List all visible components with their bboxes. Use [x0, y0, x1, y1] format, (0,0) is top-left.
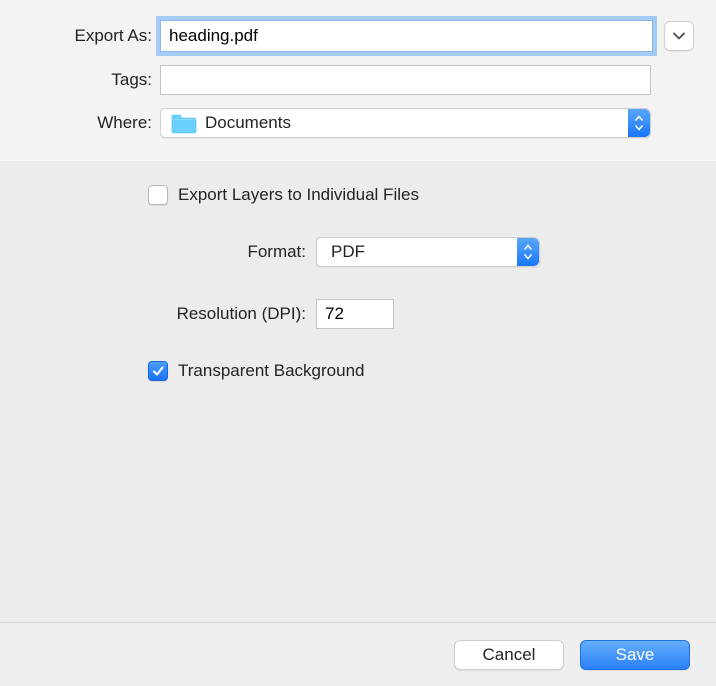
format-row: Format: PDF	[22, 237, 694, 267]
filename-input[interactable]	[160, 20, 653, 52]
resolution-row: Resolution (DPI):	[22, 299, 694, 329]
export-layers-label: Export Layers to Individual Files	[178, 185, 419, 205]
format-value: PDF	[331, 242, 365, 262]
where-label: Where:	[22, 113, 160, 133]
file-info-section: Export As: Tags: Where: Documents	[0, 0, 716, 160]
export-as-row: Export As:	[22, 20, 694, 52]
chevron-down-icon	[673, 32, 685, 40]
check-icon	[151, 364, 165, 378]
transparent-bg-row: Transparent Background	[148, 361, 694, 381]
export-layers-row: Export Layers to Individual Files	[148, 185, 694, 205]
expand-location-button[interactable]	[664, 21, 694, 51]
where-row: Where: Documents	[22, 108, 694, 138]
format-label: Format:	[22, 242, 316, 262]
where-select[interactable]: Documents	[160, 108, 651, 138]
cancel-button[interactable]: Cancel	[454, 640, 564, 670]
tags-input[interactable]	[160, 65, 651, 95]
tags-row: Tags:	[22, 65, 694, 95]
transparent-bg-label: Transparent Background	[178, 361, 364, 381]
stepper-icon	[628, 109, 650, 137]
dialog-footer: Cancel Save	[0, 622, 716, 686]
format-select[interactable]: PDF	[316, 237, 540, 267]
save-button[interactable]: Save	[580, 640, 690, 670]
where-value: Documents	[205, 113, 650, 133]
resolution-input[interactable]	[316, 299, 394, 329]
resolution-label: Resolution (DPI):	[22, 304, 316, 324]
export-as-label: Export As:	[22, 26, 160, 46]
export-options-section: Export Layers to Individual Files Format…	[0, 161, 716, 401]
folder-icon	[171, 113, 197, 134]
transparent-bg-checkbox[interactable]	[148, 361, 168, 381]
export-layers-checkbox[interactable]	[148, 185, 168, 205]
tags-label: Tags:	[22, 70, 160, 90]
stepper-icon	[517, 238, 539, 266]
